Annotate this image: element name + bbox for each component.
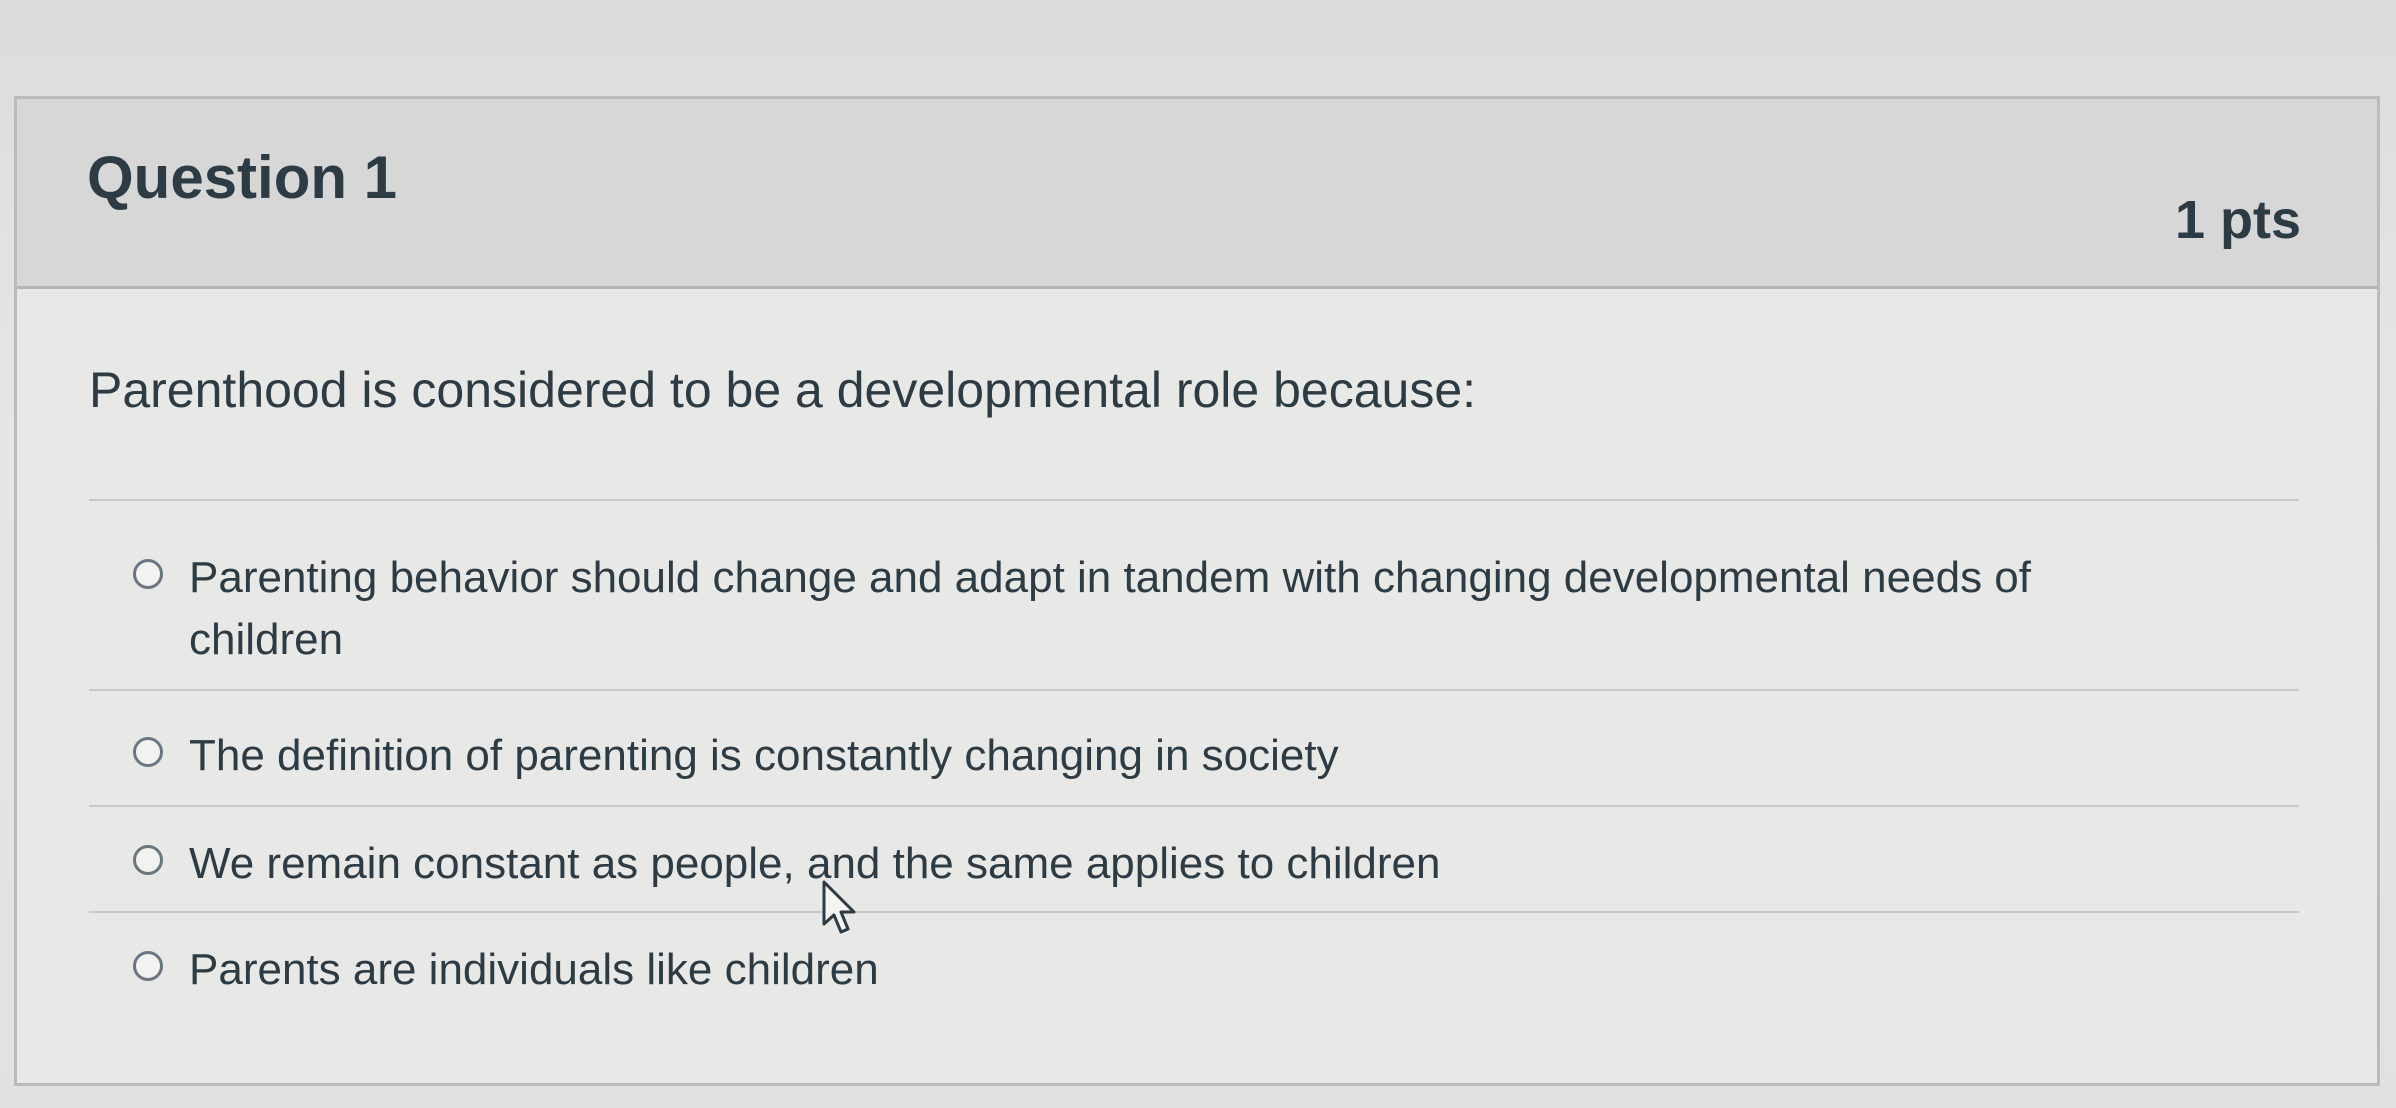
answer-label[interactable]: We remain constant as people, and the sa… bbox=[189, 833, 1441, 895]
radio-unchecked-icon[interactable] bbox=[133, 845, 163, 875]
answer-option[interactable]: The definition of parenting is constantl… bbox=[89, 689, 2299, 805]
question-text: Parenthood is considered to be a develop… bbox=[89, 362, 1477, 418]
question-points: 1 pts bbox=[2174, 190, 2301, 250]
question-title: Question 1 bbox=[87, 144, 398, 211]
answer-label[interactable]: Parents are individuals like children bbox=[189, 939, 879, 1001]
radio-unchecked-icon[interactable] bbox=[133, 559, 163, 589]
mouse-pointer-icon bbox=[822, 880, 856, 934]
answer-list: Parenting behavior should change and ada… bbox=[89, 499, 2299, 1021]
answer-option[interactable]: We remain constant as people, and the sa… bbox=[89, 805, 2299, 911]
question-header: Question 1 1 pts bbox=[17, 99, 2377, 289]
radio-unchecked-icon[interactable] bbox=[133, 951, 163, 981]
answer-option[interactable]: Parents are individuals like children bbox=[89, 911, 2299, 1021]
answer-option[interactable]: Parenting behavior should change and ada… bbox=[89, 499, 2299, 689]
answer-label[interactable]: The definition of parenting is constantl… bbox=[189, 725, 1339, 787]
answer-label[interactable]: Parenting behavior should change and ada… bbox=[189, 547, 2169, 671]
radio-unchecked-icon[interactable] bbox=[133, 737, 163, 767]
question-card: Question 1 1 pts Parenthood is considere… bbox=[14, 96, 2380, 1086]
